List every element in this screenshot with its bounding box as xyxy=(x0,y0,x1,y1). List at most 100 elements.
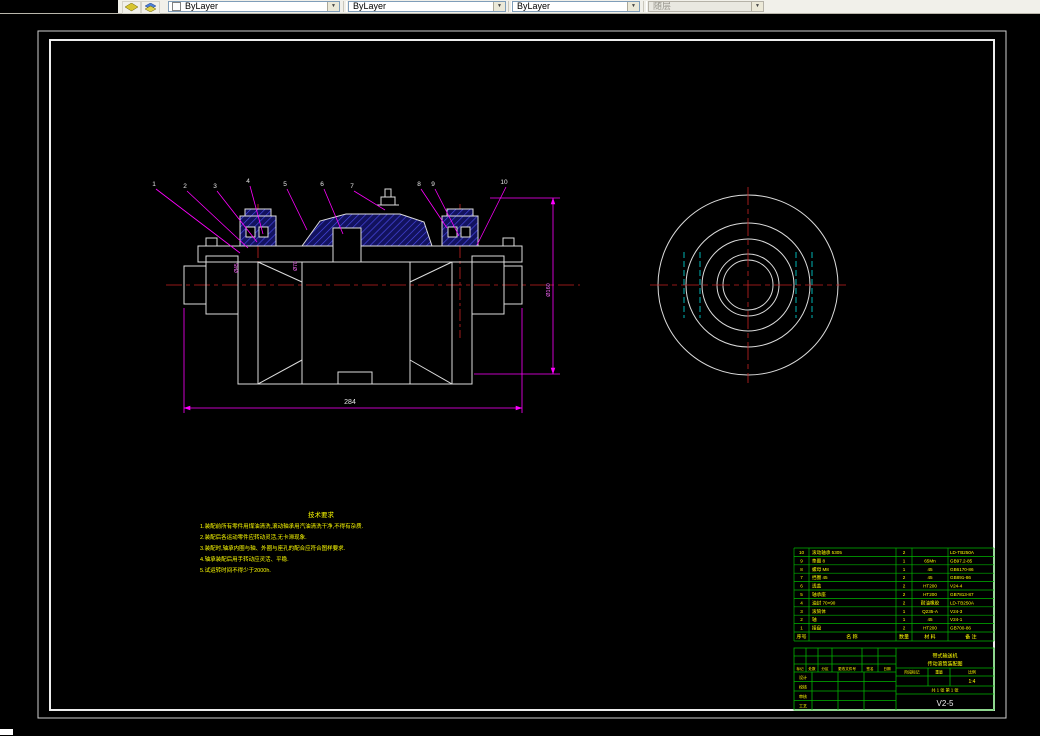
layer-previous-icon xyxy=(144,3,157,12)
parts-list-table: 10 滚动轴承 5305 2 LD-TB250A 9 垫圈 8 1 65Mn GB97.2-85… xyxy=(793,547,995,642)
title-block: 标记 处数 分区 更改文件号 签名 日期 设计 校核 审核 工艺 带式输送机 传… xyxy=(793,647,995,711)
parts-cell: 轴承座 xyxy=(812,591,826,598)
change-label: 处数 xyxy=(808,666,816,671)
parts-cell: GB6170-86 xyxy=(950,567,974,572)
parts-cell: 螺母 M8 xyxy=(812,566,829,573)
parts-cell: 1 xyxy=(800,626,803,631)
parts-cell: 2 xyxy=(800,617,803,622)
sig-label: 工艺 xyxy=(799,704,807,709)
callout: 5 xyxy=(283,181,308,231)
linetype-control-value: ByLayer xyxy=(353,2,387,11)
dim-left-diameter-a: Ø45 xyxy=(234,263,240,273)
parts-cell: 7 xyxy=(800,575,803,580)
callout: 1 xyxy=(152,181,241,254)
parts-cell: 5 xyxy=(800,592,803,597)
color-control-combo[interactable]: ByLayer ▼ xyxy=(168,1,340,12)
parts-cell: 45 xyxy=(927,575,933,580)
parts-cell: GB700-86 xyxy=(950,626,971,631)
parts-cell: 9 xyxy=(800,558,803,563)
chevron-down-icon: ▼ xyxy=(751,2,763,11)
parts-cell: 6 xyxy=(800,584,803,589)
parts-cell: 45 xyxy=(927,617,933,622)
dim-right-diameter: Ø160 xyxy=(546,283,552,296)
callout-number: 6 xyxy=(320,181,324,188)
dim-overall-length: 284 xyxy=(344,399,356,406)
chevron-down-icon[interactable]: ▼ xyxy=(627,2,639,11)
layer-properties-button[interactable] xyxy=(122,1,141,14)
parts-cell: HT200 xyxy=(923,626,937,631)
parts-cell: 滚筒体 xyxy=(812,608,826,615)
parts-header: 名 称 xyxy=(846,634,857,641)
callout: 10 xyxy=(476,179,508,246)
sheet-count: 共 1 张 第 1 张 xyxy=(931,687,959,694)
parts-cell: Q235-A xyxy=(922,609,939,614)
project-title-line1: 带式输送机 xyxy=(932,653,957,660)
sig-label: 校核 xyxy=(799,684,807,690)
linetype-control-combo[interactable]: ByLayer ▼ xyxy=(348,1,506,12)
lineweight-control-value: ByLayer xyxy=(517,2,551,11)
parts-header: 数量 xyxy=(899,634,909,641)
notes-title: 技术要求 xyxy=(308,510,335,519)
parts-cell: 透盖 xyxy=(812,583,822,590)
parts-cell: 接盘 xyxy=(812,625,822,632)
change-label: 更改文件号 xyxy=(838,666,856,671)
docked-panel-edge xyxy=(0,0,118,13)
chevron-down-icon[interactable]: ▼ xyxy=(493,2,505,11)
parts-cell: 轴 xyxy=(812,616,817,623)
parts-cell: HT200 xyxy=(923,584,937,589)
callout-number: 4 xyxy=(246,178,250,185)
parts-cell: V24-1 xyxy=(950,617,963,622)
tech-notes: 技术要求 1.装配前所有零件用煤油清洗,滚动轴承用汽油清洗干净,不得有杂质. 2… xyxy=(200,510,364,574)
current-color-swatch xyxy=(172,2,181,11)
parts-cell: 垫圈 8 xyxy=(812,557,825,564)
project-title-line2: 传动滚筒装配图 xyxy=(927,661,962,668)
parts-cell: 8 xyxy=(800,567,803,572)
side-view xyxy=(650,187,846,383)
callout-number: 7 xyxy=(350,183,354,190)
parts-cell: 45 xyxy=(927,567,933,572)
parts-cell: 2 xyxy=(903,600,906,605)
parts-cell: 油封 70×90 xyxy=(812,599,836,606)
model-space-canvas[interactable]: 1 2 3 4 5 6 7 8 9 10 284 Ø160 Ø45 Ø70 技术… xyxy=(0,0,1040,736)
note-line: 4.轴承装配后用手转动应灵活、平稳. xyxy=(200,555,289,563)
change-label: 标记 xyxy=(796,666,804,671)
chevron-down-icon[interactable]: ▼ xyxy=(327,2,339,11)
note-line: 5.试运转时间不得少于2000h. xyxy=(200,566,271,574)
plot-style-control-value: 随层 xyxy=(653,2,672,11)
parts-cell: 2 xyxy=(903,575,906,580)
parts-cell: 耐油橡胶 xyxy=(921,599,940,606)
scale-label: 比例 xyxy=(968,670,976,675)
ucs-icon xyxy=(0,729,13,735)
parts-cell: 2 xyxy=(903,592,906,597)
parts-cell: 4 xyxy=(800,600,803,605)
parts-cell: 65Mn xyxy=(924,558,936,563)
parts-cell: 10 xyxy=(799,550,805,555)
parts-cell: 1 xyxy=(903,567,906,572)
callout-number: 10 xyxy=(500,179,508,186)
note-line: 2.装配后各运动零件应转动灵活,无卡滞现象. xyxy=(200,533,307,541)
lineweight-control-combo[interactable]: ByLayer ▼ xyxy=(512,1,640,12)
parts-cell: LD-TB250A xyxy=(950,600,975,605)
color-control-value: ByLayer xyxy=(185,2,219,11)
drawing-number: V2-5 xyxy=(937,699,954,708)
note-line: 3.装配时,轴承内圈与轴、外圈与座孔的配合应符合图样要求. xyxy=(200,544,346,552)
title-block-grid xyxy=(793,647,995,711)
parts-cell: 滚动轴承 5305 xyxy=(812,549,842,556)
front-view: 1 2 3 4 5 6 7 8 9 10 284 Ø160 Ø45 Ø70 xyxy=(152,178,580,413)
parts-header: 材 料 xyxy=(924,634,935,641)
layer-previous-button[interactable] xyxy=(141,1,160,14)
parts-cell: 1 xyxy=(903,558,906,563)
toolbar-separator xyxy=(643,1,647,12)
parts-cell: 挡圈 45 xyxy=(812,574,828,581)
callout-number: 9 xyxy=(431,181,435,188)
properties-toolbar: ByLayer ▼ ByLayer ▼ ByLayer ▼ 随层 ▼ xyxy=(0,0,1040,14)
plot-style-control-combo: 随层 ▼ xyxy=(648,1,764,12)
parts-cell: 1 xyxy=(903,609,906,614)
callout-number: 5 xyxy=(283,181,287,188)
layer-properties-icon xyxy=(125,3,138,12)
parts-cell: 3 xyxy=(800,609,803,614)
callout-number: 1 xyxy=(152,181,156,188)
callout-number: 8 xyxy=(417,181,421,188)
cad-application-window: 1 2 3 4 5 6 7 8 9 10 284 Ø160 Ø45 Ø70 技术… xyxy=(0,0,1040,736)
parts-header: 序号 xyxy=(796,634,806,641)
